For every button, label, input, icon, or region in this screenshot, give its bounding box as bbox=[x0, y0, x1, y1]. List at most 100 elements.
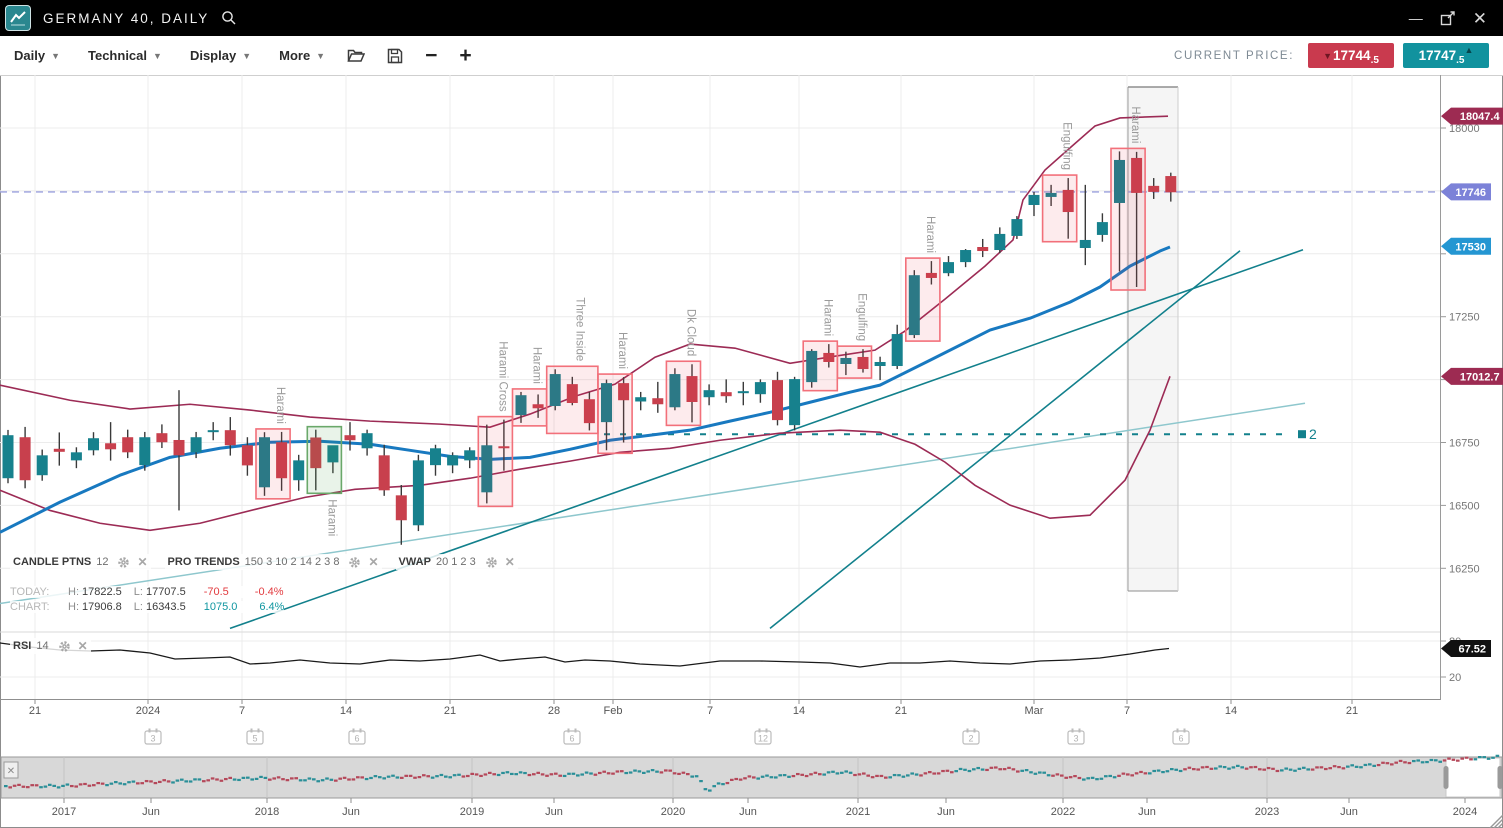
rsi-label-row: RSI 14 ✕ bbox=[10, 638, 91, 654]
pattern-box[interactable] bbox=[478, 417, 512, 507]
pattern-box[interactable] bbox=[1043, 175, 1077, 242]
calendar-icon[interactable]: 6 bbox=[349, 729, 365, 745]
candle bbox=[20, 437, 31, 480]
time-tick-label: 21 bbox=[1346, 705, 1358, 717]
remove-indicator-icon[interactable]: ✕ bbox=[505, 555, 515, 569]
candle bbox=[789, 379, 800, 425]
time-tick-label: Feb bbox=[604, 705, 623, 717]
pattern-box[interactable] bbox=[1111, 148, 1145, 290]
candle bbox=[994, 234, 1005, 250]
calendar-icon[interactable]: 5 bbox=[247, 729, 263, 745]
candle bbox=[977, 247, 988, 251]
indicator-vwap[interactable]: VWAP 20 1 2 3 ✕ bbox=[396, 554, 518, 570]
indicator-rsi[interactable]: RSI 14 ✕ bbox=[10, 638, 91, 654]
rsi-panel bbox=[0, 643, 1169, 667]
candle bbox=[3, 435, 14, 478]
candle bbox=[943, 262, 954, 273]
candlestick-series bbox=[3, 151, 1177, 544]
main-chart-svg[interactable]: 2 Harami Harami Harami Cross Harami Three Ins… bbox=[0, 0, 1503, 828]
candle bbox=[105, 443, 116, 449]
candle bbox=[174, 440, 185, 455]
calendar-count: 6 bbox=[569, 734, 574, 744]
calendar-icon[interactable]: 6 bbox=[1173, 729, 1189, 745]
navigator-label: Jun bbox=[937, 806, 955, 818]
pattern-box[interactable] bbox=[513, 389, 547, 426]
indicator-candle-patterns[interactable]: CANDLE PTNS 12 ✕ bbox=[10, 554, 151, 570]
price-tick-label: 16750 bbox=[1449, 438, 1480, 450]
calendar-icon[interactable]: 6 bbox=[564, 729, 580, 745]
pattern-label: Harami bbox=[325, 499, 337, 536]
navigator-label: 2022 bbox=[1051, 806, 1075, 818]
time-tick-label: 7 bbox=[707, 705, 713, 717]
pattern-label: Harami bbox=[274, 387, 286, 424]
gear-icon[interactable] bbox=[485, 556, 498, 569]
navigator-handle-right[interactable] bbox=[1498, 766, 1503, 789]
resize-corner[interactable] bbox=[1490, 815, 1503, 828]
pattern-box[interactable] bbox=[666, 361, 700, 425]
gear-icon[interactable] bbox=[117, 556, 130, 569]
candle bbox=[755, 382, 766, 394]
pattern-label: Engulfing bbox=[855, 293, 867, 341]
pattern-box[interactable] bbox=[906, 258, 940, 341]
calendar-icon[interactable]: 2 bbox=[963, 729, 979, 745]
pattern-label: Harami Cross bbox=[496, 341, 508, 412]
navigator-handle-left[interactable] bbox=[1444, 766, 1449, 789]
pattern-label: Harami bbox=[821, 299, 833, 336]
pattern-box[interactable] bbox=[307, 427, 341, 494]
calendar-count: 2 bbox=[968, 734, 973, 744]
navigator-label: 2017 bbox=[52, 806, 76, 818]
calendar-icon[interactable]: 3 bbox=[145, 729, 161, 745]
rsi-tick-label: 20 bbox=[1449, 672, 1461, 684]
candle bbox=[704, 390, 715, 397]
candle bbox=[1148, 186, 1159, 192]
navigator-selection[interactable] bbox=[1446, 758, 1500, 797]
calendar-count: 6 bbox=[1178, 734, 1183, 744]
ohlc-stats: TODAY: H:17822.5 L:17707.5 -70.5 -0.4% C… bbox=[10, 583, 284, 613]
indicator-row: CANDLE PTNS 12 ✕ PRO TRENDS 150 3 10 2 1… bbox=[10, 554, 518, 570]
candle bbox=[242, 445, 253, 465]
calendar-count: 5 bbox=[252, 734, 257, 744]
candle bbox=[345, 435, 356, 440]
gear-icon[interactable] bbox=[348, 556, 361, 569]
remove-indicator-icon[interactable]: ✕ bbox=[137, 555, 147, 569]
candle bbox=[379, 455, 390, 490]
candle bbox=[430, 448, 441, 465]
calendar-icon[interactable]: 3 bbox=[1068, 729, 1084, 745]
navigator-label: 2024 bbox=[1453, 806, 1477, 818]
time-tick-label: Mar bbox=[1025, 705, 1044, 717]
remove-indicator-icon[interactable]: ✕ bbox=[368, 555, 378, 569]
calendar-count: 12 bbox=[758, 734, 768, 744]
navigator-close-button[interactable]: ✕ bbox=[4, 762, 18, 778]
pattern-label: Three Inside bbox=[573, 297, 585, 361]
candle bbox=[738, 391, 749, 393]
calendar-icon[interactable]: 12 bbox=[755, 729, 771, 745]
navigator-label: Jun bbox=[545, 806, 563, 818]
candle bbox=[635, 397, 646, 401]
pattern-box[interactable] bbox=[803, 341, 837, 391]
navigator-label: 2019 bbox=[460, 806, 484, 818]
candle bbox=[88, 438, 99, 450]
axes: 1800017250167501650016250802021202471421… bbox=[0, 75, 1480, 717]
pattern-box[interactable] bbox=[547, 366, 598, 433]
chart-change-pct: 6.4% bbox=[259, 601, 284, 613]
time-tick-label: 21 bbox=[29, 705, 41, 717]
navigator-label: Jun bbox=[342, 806, 360, 818]
navigator-label: Jun bbox=[1138, 806, 1156, 818]
pattern-label: Harami bbox=[924, 216, 936, 253]
gear-icon[interactable] bbox=[58, 640, 71, 653]
price-tick-label: 16500 bbox=[1449, 500, 1480, 512]
candle bbox=[1097, 222, 1108, 235]
candle bbox=[71, 452, 82, 460]
range-navigator[interactable]: ✕2017Jun2018Jun2019Jun2020Jun2021Jun2022… bbox=[1, 755, 1503, 818]
calendar-count: 6 bbox=[354, 734, 359, 744]
rsi-value-tag-text: 67.52 bbox=[1458, 643, 1486, 655]
today-change-pct: -0.4% bbox=[255, 586, 284, 598]
pattern-box[interactable] bbox=[256, 429, 290, 499]
indicator-pro-trends[interactable]: PRO TRENDS 150 3 10 2 14 2 3 8 ✕ bbox=[165, 554, 382, 570]
candle bbox=[772, 380, 783, 420]
candle bbox=[652, 398, 663, 404]
remove-indicator-icon[interactable]: ✕ bbox=[78, 639, 88, 653]
pattern-box[interactable] bbox=[598, 374, 632, 453]
pattern-box[interactable] bbox=[837, 346, 871, 378]
candle bbox=[225, 430, 236, 445]
